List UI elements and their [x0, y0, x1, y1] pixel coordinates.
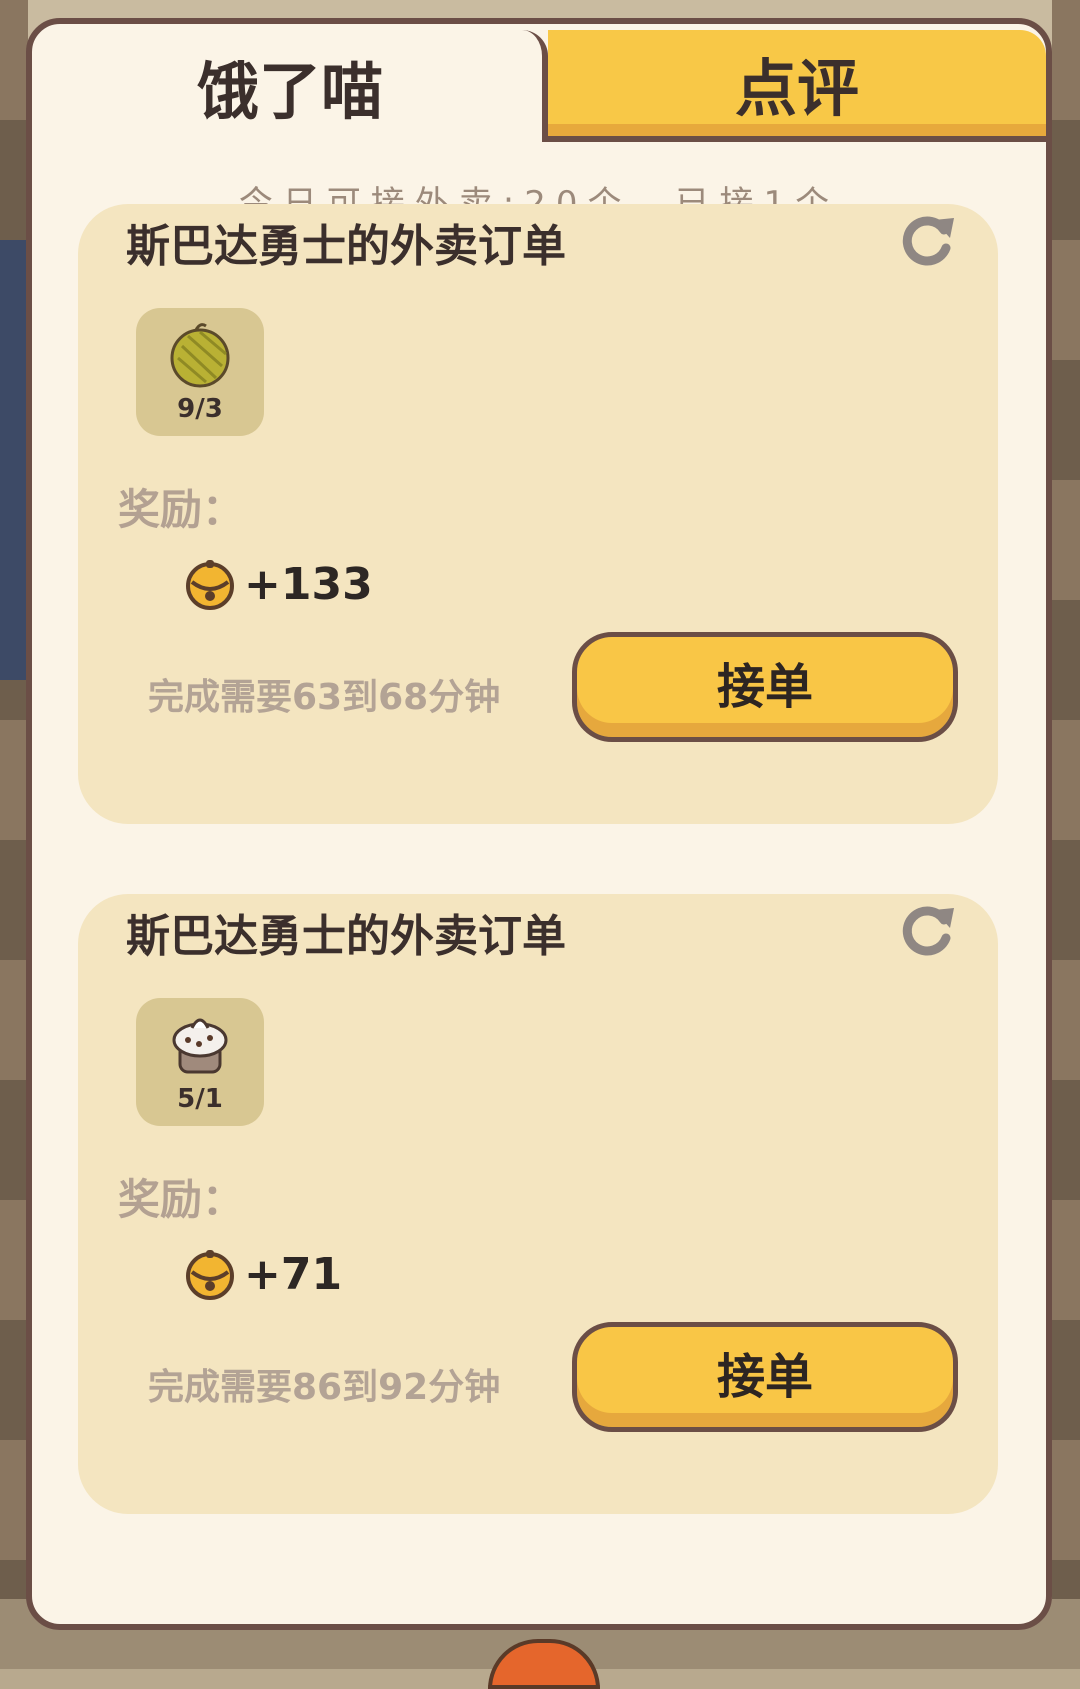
melon-icon: [170, 323, 230, 388]
reward-value: +71: [244, 1248, 343, 1300]
item-count: 5/1: [177, 1084, 223, 1114]
bell-coin-icon: [186, 560, 234, 610]
order-item-slot: 9/3: [136, 308, 264, 436]
accept-order-button[interactable]: 接单: [572, 1322, 958, 1432]
cream-pudding-icon: [172, 1018, 228, 1074]
order-title: 斯巴达勇士的外卖订单: [126, 221, 566, 272]
reward-label: 奖励：: [118, 1175, 245, 1224]
reward-row: +133: [182, 554, 373, 614]
reward-row: +71: [182, 1244, 342, 1304]
tab-review[interactable]: 点评: [548, 30, 1046, 142]
order-card: 斯巴达勇士的外卖订单 9/3 奖励： +133 完成需要63到68分钟 接单: [78, 204, 998, 824]
background-wall-right: [1052, 0, 1080, 1669]
reward-label: 奖励：: [118, 485, 245, 534]
completion-time: 完成需要86到92分钟: [148, 1367, 501, 1408]
order-card: 斯巴达勇士的外卖订单 5/1 奖励： +71 完成需要86到92分钟 接单: [78, 894, 998, 1514]
item-count: 9/3: [177, 394, 223, 424]
delivery-panel: 饿了喵 点评 今日可接外卖:20个，已接1个 斯巴达勇士的外卖订单 9/3 奖励…: [26, 18, 1052, 1630]
order-title: 斯巴达勇士的外卖订单: [126, 911, 566, 962]
accept-order-button[interactable]: 接单: [572, 632, 958, 742]
reward-value: +133: [244, 558, 373, 610]
order-item-slot: 5/1: [136, 998, 264, 1126]
bell-coin-icon: [186, 1250, 234, 1300]
completion-time: 完成需要63到68分钟: [148, 677, 501, 718]
refresh-icon[interactable]: [898, 210, 958, 270]
tab-ele-miao[interactable]: 饿了喵: [38, 30, 548, 142]
refresh-icon[interactable]: [898, 900, 958, 960]
